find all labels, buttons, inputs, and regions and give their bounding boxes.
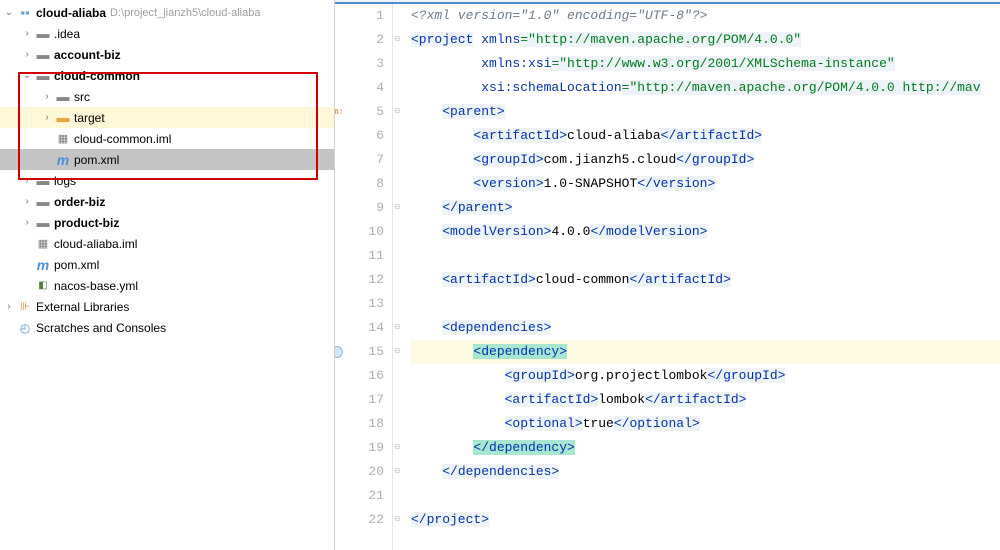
code-editor[interactable]: 1 2 3 4 m↑5 6 7 8 9 10 11 12 13 14 15 16… [335,0,1000,550]
item-label: External Libraries [36,300,129,314]
item-label: .idea [54,27,80,41]
folder-icon: ▬ [34,26,52,41]
root-path: D:\project_jianzh5\cloud-aliaba [110,7,260,19]
item-label: product-biz [54,216,119,230]
item-label: src [74,90,90,104]
tree-scratches[interactable]: ◴ Scratches and Consoles [0,317,334,338]
scratch-icon: ◴ [16,321,34,335]
tree-cloud-common[interactable]: ⌄ ▬ cloud-common [0,65,334,86]
fold-start-icon[interactable]: ⊟ [395,340,400,364]
item-label: pom.xml [54,258,99,272]
tree-src[interactable]: › ▬ src [0,86,334,107]
tree-external-libraries[interactable]: › ⊪ External Libraries [0,296,334,317]
chevron-right-icon[interactable]: › [20,49,34,60]
tree-nacos-base[interactable]: ◧ nacos-base.yml [0,275,334,296]
chevron-right-icon[interactable]: › [2,301,16,312]
root-label: cloud-aliaba [36,6,106,20]
library-icon: ⊪ [16,300,34,313]
tree-pom-xml[interactable]: m pom.xml [0,149,334,170]
chevron-down-icon[interactable]: ⌄ [2,7,16,18]
item-label: nacos-base.yml [54,279,138,293]
maven-icon: m [54,152,72,168]
item-label: cloud-common.iml [74,132,171,146]
chevron-right-icon[interactable]: › [20,217,34,228]
module-folder-icon: ▪▪ [16,5,34,20]
chevron-right-icon[interactable]: › [20,175,34,186]
code-line: <groupId>com.jianzh5.cloud</groupId> [411,148,1000,172]
fold-end-icon[interactable]: ⊟ [395,460,400,484]
tree-target[interactable]: › ▬ target [0,107,334,128]
project-tree[interactable]: ⌄ ▪▪ cloud-aliaba D:\project_jianzh5\clo… [0,0,335,550]
chevron-down-icon[interactable]: ⌄ [20,70,34,81]
gutter-m-mark: m↑ [335,100,344,124]
tree-cloud-aliaba-iml[interactable]: ▦ cloud-aliaba.iml [0,233,334,254]
tree-cloud-common-iml[interactable]: ▦ cloud-common.iml [0,128,334,149]
folder-icon: ▬ [34,194,52,209]
code-line: </parent> [411,196,1000,220]
tree-idea[interactable]: › ▬ .idea [0,23,334,44]
code-line [411,484,1000,508]
folder-icon: ▬ [34,173,52,188]
code-line: <dependency> [411,340,1000,364]
code-line: <artifactId>cloud-common</artifactId> [411,268,1000,292]
item-label: logs [54,174,76,188]
code-line: </project> [411,508,1000,532]
fold-end-icon[interactable]: ⊟ [395,508,400,532]
tree-account-biz[interactable]: › ▬ account-biz [0,44,334,65]
chevron-right-icon[interactable]: › [20,28,34,39]
code-line: </dependencies> [411,460,1000,484]
code-line: <project xmlns="http://maven.apache.org/… [411,28,1000,52]
folder-icon: ▬ [54,89,72,104]
code-line: xmlns:xsi="http://www.w3.org/2001/XMLSch… [411,52,1000,76]
tree-logs[interactable]: › ▬ logs [0,170,334,191]
fold-start-icon[interactable]: ⊟ [395,316,400,340]
folder-icon: ▬ [34,47,52,62]
code-line: <parent> [411,100,1000,124]
item-label: cloud-common [54,69,140,83]
folder-icon: ▬ [54,110,72,125]
item-label: Scratches and Consoles [36,321,166,335]
item-label: account-biz [54,48,121,62]
code-line: </dependency> [411,436,1000,460]
item-label: target [74,111,105,125]
folder-icon: ▬ [34,215,52,230]
fold-end-icon[interactable]: ⊟ [395,436,400,460]
item-label: pom.xml [74,153,119,167]
item-label: cloud-aliaba.iml [54,237,137,251]
chevron-right-icon[interactable]: › [20,196,34,207]
code-line: <?xml version="1.0" encoding="UTF-8"?> [411,4,1000,28]
folder-icon: ▬ [34,68,52,83]
tree-product-biz[interactable]: › ▬ product-biz [0,212,334,233]
code-line [411,292,1000,316]
code-line: <version>1.0-SNAPSHOT</version> [411,172,1000,196]
code-line [411,244,1000,268]
fold-column[interactable]: ⊟ ⊟ ⊟ ⊟ ⊟ ⊟ ⊟ ⊟ [393,4,407,550]
fold-start-icon[interactable]: ⊟ [395,28,400,52]
yml-icon: ◧ [34,280,52,291]
tree-root[interactable]: ⌄ ▪▪ cloud-aliaba D:\project_jianzh5\clo… [0,2,334,23]
gutter-circle-icon[interactable] [335,346,343,358]
tree-order-biz[interactable]: › ▬ order-biz [0,191,334,212]
chevron-right-icon[interactable]: › [40,112,54,123]
code-content[interactable]: <?xml version="1.0" encoding="UTF-8"?> <… [407,4,1000,550]
chevron-right-icon[interactable]: › [40,91,54,102]
item-label: order-biz [54,195,105,209]
code-line: xsi:schemaLocation="http://maven.apache.… [411,76,1000,100]
code-line: <artifactId>cloud-aliaba</artifactId> [411,124,1000,148]
code-line: <optional>true</optional> [411,412,1000,436]
code-line: <dependencies> [411,316,1000,340]
code-line: <groupId>org.projectlombok</groupId> [411,364,1000,388]
line-number-gutter: 1 2 3 4 m↑5 6 7 8 9 10 11 12 13 14 15 16… [335,4,393,550]
maven-icon: m [34,257,52,273]
fold-end-icon[interactable]: ⊟ [395,196,400,220]
code-line: <artifactId>lombok</artifactId> [411,388,1000,412]
iml-icon: ▦ [54,132,72,145]
fold-start-icon[interactable]: ⊟ [395,100,400,124]
tree-root-pom[interactable]: m pom.xml [0,254,334,275]
iml-icon: ▦ [34,237,52,250]
code-line: <modelVersion>4.0.0</modelVersion> [411,220,1000,244]
